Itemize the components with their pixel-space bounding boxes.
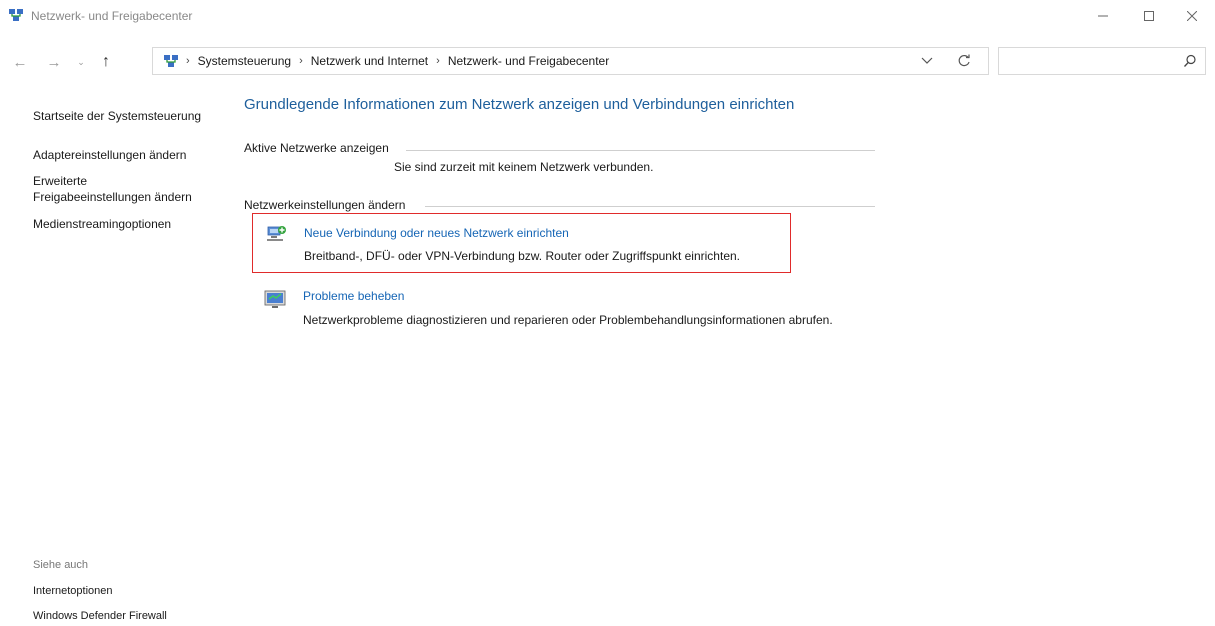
sidebar-item-media-streaming[interactable]: Medienstreamingoptionen bbox=[33, 216, 171, 232]
up-button[interactable]: ↑ bbox=[96, 52, 116, 72]
search-box[interactable] bbox=[998, 47, 1206, 75]
title-bar: Netzwerk- und Freigabecenter bbox=[0, 0, 1215, 32]
new-connection-description: Breitband-, DFÜ- oder VPN-Verbindung bzw… bbox=[304, 249, 740, 263]
breadcrumb-netzwerk-und-internet[interactable]: Netzwerk und Internet bbox=[311, 54, 428, 68]
chevron-down-icon: ⌄ bbox=[77, 56, 85, 67]
close-icon bbox=[1187, 11, 1197, 21]
sidebar-item-advanced-sharing[interactable]: Erweiterte Freigabeeinstellungen ändern bbox=[33, 173, 192, 205]
sidebar-item-advanced-sharing-line1: Erweiterte bbox=[33, 174, 88, 188]
new-connection-link[interactable]: Neue Verbindung oder neues Netzwerk einr… bbox=[304, 226, 569, 240]
address-dropdown-button[interactable] bbox=[919, 53, 935, 69]
search-icon[interactable] bbox=[1183, 54, 1197, 68]
close-button[interactable] bbox=[1169, 0, 1215, 32]
task-troubleshoot[interactable]: Probleme beheben Netzwerkprobleme diagno… bbox=[252, 285, 833, 347]
forward-button[interactable]: → bbox=[44, 52, 64, 72]
refresh-icon bbox=[958, 54, 970, 67]
see-also-internet-options[interactable]: Internetoptionen bbox=[33, 585, 113, 597]
minimize-icon bbox=[1098, 15, 1108, 17]
section-divider bbox=[425, 206, 875, 207]
arrow-right-icon: → bbox=[46, 53, 62, 71]
chevron-right-icon[interactable]: › bbox=[436, 55, 440, 67]
refresh-button[interactable] bbox=[955, 52, 973, 70]
section-divider bbox=[406, 150, 875, 151]
breadcrumb-netzwerk-und-freigabecenter[interactable]: Netzwerk- und Freigabecenter bbox=[448, 54, 609, 68]
back-button[interactable]: ← bbox=[10, 52, 30, 72]
chevron-right-icon[interactable]: › bbox=[186, 55, 190, 67]
no-network-status: Sie sind zurzeit mit keinem Netzwerk ver… bbox=[394, 160, 654, 174]
active-networks-heading: Aktive Netzwerke anzeigen bbox=[244, 141, 389, 155]
troubleshoot-icon bbox=[264, 290, 286, 308]
chevron-down-icon bbox=[921, 57, 933, 64]
maximize-icon bbox=[1144, 11, 1154, 21]
task-new-connection[interactable]: Neue Verbindung oder neues Netzwerk einr… bbox=[252, 213, 791, 273]
recent-locations-button[interactable]: ⌄ bbox=[71, 52, 91, 72]
troubleshoot-link[interactable]: Probleme beheben bbox=[303, 289, 404, 303]
sidebar-item-advanced-sharing-line2: Freigabeeinstellungen ändern bbox=[33, 190, 192, 204]
change-settings-heading: Netzwerkeinstellungen ändern bbox=[244, 198, 406, 212]
arrow-left-icon: ← bbox=[12, 53, 28, 71]
network-center-icon bbox=[164, 55, 178, 67]
maximize-button[interactable] bbox=[1126, 0, 1172, 32]
breadcrumb: › Systemsteuerung › Netzwerk und Interne… bbox=[186, 54, 609, 68]
sidebar-item-control-panel-home[interactable]: Startseite der Systemsteuerung bbox=[33, 108, 201, 124]
navigation-bar: ← → ⌄ ↑ › Systemsteuerung › Netzwerk und… bbox=[0, 44, 1215, 78]
troubleshoot-description: Netzwerkprobleme diagnostizieren und rep… bbox=[303, 313, 833, 327]
search-input[interactable] bbox=[1001, 50, 1175, 74]
chevron-right-icon[interactable]: › bbox=[299, 55, 303, 67]
address-bar[interactable]: › Systemsteuerung › Netzwerk und Interne… bbox=[152, 47, 989, 75]
network-setup-icon bbox=[267, 226, 286, 241]
sidebar-item-adapter-settings[interactable]: Adaptereinstellungen ändern bbox=[33, 147, 186, 163]
network-center-icon bbox=[9, 9, 23, 21]
breadcrumb-systemsteuerung[interactable]: Systemsteuerung bbox=[198, 54, 291, 68]
window-title: Netzwerk- und Freigabecenter bbox=[31, 9, 193, 23]
minimize-button[interactable] bbox=[1080, 0, 1126, 32]
see-also-title: Siehe auch bbox=[33, 559, 89, 571]
see-also-defender-firewall[interactable]: Windows Defender Firewall bbox=[33, 610, 167, 622]
page-title: Grundlegende Informationen zum Netzwerk … bbox=[244, 96, 795, 113]
arrow-up-icon: ↑ bbox=[102, 53, 110, 70]
